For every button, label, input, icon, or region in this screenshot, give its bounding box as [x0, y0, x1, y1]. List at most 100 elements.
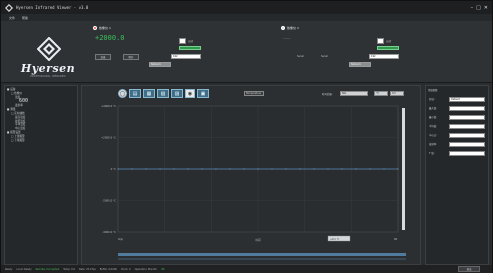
refresh-icon[interactable]: ◯ [118, 89, 127, 98]
device-tree: ■ 设备 □ 热像仪 温度 600 发射率 ■ 测量 □ 实时曲线 最高温度 最低温度 平均温度中… [7, 88, 28, 142]
tree-item[interactable]: □ 上限报警 [7, 135, 28, 139]
measurement-row: 平均值: [429, 123, 487, 129]
camera-2-auto-checkbox[interactable] [377, 38, 384, 44]
data-point [159, 168, 161, 170]
minimize-button[interactable]: – [471, 5, 474, 11]
measurement-value[interactable] [449, 132, 485, 138]
measurement-row: 区域: Default [429, 96, 487, 102]
data-point [369, 168, 371, 170]
data-point [243, 168, 245, 170]
data-point [117, 168, 119, 170]
y-tick-label: +2000.0 ℃ [101, 136, 116, 140]
measurement-row: 发射率: [429, 141, 487, 147]
brand-mark-icon [37, 37, 61, 61]
camera-1-label: 热像仪 1 [99, 26, 111, 30]
measurement-value[interactable] [449, 141, 485, 147]
x-tick-label: 0(s) [118, 237, 123, 241]
display-mode-field[interactable]: Temperature [244, 91, 264, 96]
measurement-label: 区域: [429, 98, 435, 101]
measurement-value[interactable] [449, 150, 485, 156]
measurement-row: 最小值: [429, 114, 487, 120]
chart-panel: ◯ ▤ ▦ ▧ ▨ ◉ ▣ Temperature 时间范围: 60s °C 0.5 +40… [81, 85, 421, 265]
cursor-value-text: +0.1 ℃ [330, 238, 340, 241]
app-logo-icon [5, 3, 13, 12]
measurement-value[interactable]: Default [449, 96, 485, 102]
step-input[interactable]: 0.5 [390, 91, 404, 96]
zoom-in-icon[interactable]: ▦ [143, 89, 155, 98]
measurement-row: 最大值: [429, 105, 487, 111]
device-tree-panel: ■ 设备 □ 热像仪 温度 600 发射率 ■ 测量 □ 实时曲线 最高温度 最低温度 平均温度中… [4, 85, 78, 265]
camera-2-address-input[interactable]: 192 [369, 54, 399, 59]
save-icon[interactable]: ▨ [171, 89, 183, 98]
y-tick-label: -2000.0 ℃ [102, 199, 116, 203]
status-item: Local: Ready [16, 267, 32, 271]
x-tick-label: 60 [394, 237, 398, 241]
menu-bar: 文件 帮助 [1, 14, 492, 21]
measurement-value[interactable] [449, 123, 485, 129]
data-point [145, 168, 147, 170]
title-bar: Hyersen Infrared Viewer - v3.0 – □ ✕ [1, 1, 492, 14]
measurement-label: 发射率: [429, 143, 437, 146]
camera-1-mode-field[interactable]: Network [149, 62, 171, 67]
camera-2-panel: 热像仪 2 ——— 自动 Serial Serial 192 Network [281, 26, 421, 82]
chart-toolbar: ◯ ▤ ▦ ▧ ▨ ◉ ▣ [118, 89, 209, 98]
camera-2-status-button[interactable] [377, 46, 399, 50]
measurement-panel: 测温参数 区域: Default 最大值: 最小值: 平均值: 中心点: 发射率: T 值: [425, 85, 489, 265]
measurement-label: 中心点: [429, 134, 437, 137]
status-indicator-icon [281, 26, 285, 30]
status-item: OK [161, 267, 165, 271]
unit-select[interactable]: °C [374, 91, 388, 96]
camera-2-label-a: Serial [297, 55, 304, 58]
camera-2-label: 热像仪 2 [287, 26, 299, 30]
camera-1-panel: 热像仪 1 +2000.0 自动 连接 断开 192 Network [93, 26, 233, 82]
measurement-row: 中心点: [429, 132, 487, 138]
zoom-out-icon[interactable]: ▧ [157, 89, 169, 98]
temperature-chart: +4000.0 ℃ +2000.0 ℃ 0 ℃ -2000.0 ℃ -4000.0 ℃ 0… [88, 102, 410, 242]
target-icon[interactable]: ◉ [185, 89, 195, 98]
menu-file[interactable]: 文件 [9, 16, 15, 20]
data-point [215, 168, 217, 170]
status-item: Remote: Connected [35, 267, 60, 271]
measurement-label: 最小值: [429, 116, 437, 119]
export-icon[interactable]: ▣ [197, 89, 209, 98]
data-point [257, 168, 259, 170]
camera-1-address-input[interactable]: 192 [171, 54, 201, 59]
data-point [397, 168, 399, 170]
chart-svg: +4000.0 ℃ +2000.0 ℃ 0 ℃ -2000.0 ℃ -4000.0 ℃0… [101, 104, 405, 242]
camera-1-auto-label: 自动 [188, 40, 194, 43]
brand-logo: Hyersen PROFESSIONAL INFRARED [9, 37, 81, 81]
maximize-button[interactable]: □ [476, 5, 481, 11]
device-header: Hyersen PROFESSIONAL INFRARED 热像仪 1 +200… [1, 21, 492, 83]
data-point [327, 168, 329, 170]
range-select[interactable]: 60s [340, 91, 368, 96]
data-point [285, 168, 287, 170]
window-title: Hyersen Infrared Viewer - v3.0 [16, 5, 89, 10]
x-axis-label: 时间 [255, 238, 261, 242]
status-item: Clock: 0 [120, 267, 131, 271]
camera-1-temperature: +2000.0 [95, 34, 125, 42]
y-tick-label: +4000.0 ℃ [101, 104, 116, 108]
camera-2-auto-label: 自动 [386, 40, 392, 43]
close-button[interactable]: ✕ [484, 5, 488, 11]
camera-2-mode-field[interactable]: Network [349, 62, 371, 67]
measurement-value[interactable] [449, 105, 485, 111]
measurement-value[interactable] [449, 114, 485, 120]
y-tick-label: -4000.0 ℃ [102, 230, 116, 234]
camera-1-connect-button[interactable]: 连接 [95, 54, 111, 60]
camera-1-status-button[interactable] [179, 46, 201, 50]
time-scrollbar[interactable] [118, 247, 406, 263]
data-point [271, 168, 273, 170]
exit-button[interactable]: 退出 [458, 266, 480, 272]
menu-help[interactable]: 帮助 [22, 16, 28, 20]
camera-1-auto-checkbox[interactable] [179, 38, 186, 44]
data-point [355, 168, 357, 170]
chart-icon[interactable]: ▤ [129, 89, 141, 98]
tree-item[interactable]: □ 下限报警 [7, 139, 28, 143]
data-point [173, 168, 175, 170]
measurement-row: T 值: [429, 150, 487, 156]
data-point [131, 168, 133, 170]
range-label: 时间范围: [322, 93, 333, 96]
camera-1-disconnect-button[interactable]: 断开 [123, 54, 139, 60]
status-item: Ready [5, 267, 13, 271]
data-point [383, 168, 385, 170]
